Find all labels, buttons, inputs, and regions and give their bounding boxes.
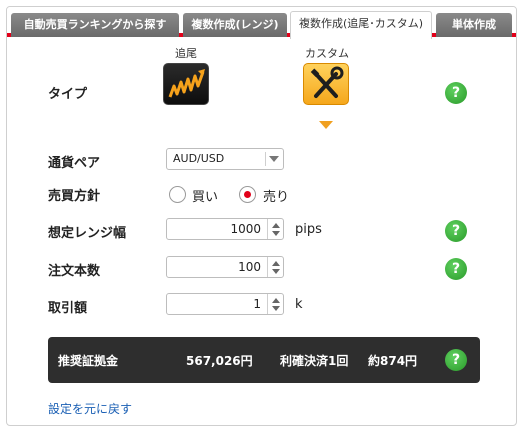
help-range-width-icon[interactable]: ? [445, 220, 467, 242]
range-width-unit: pips [295, 222, 322, 237]
order-count-label: 注文本数 [48, 264, 101, 279]
trail-chart-icon [168, 69, 205, 98]
tab-multi-range[interactable]: 複数作成(レンジ) [183, 13, 287, 37]
selected-type-caret-icon [319, 121, 333, 129]
direction-buy-radio[interactable] [169, 186, 186, 203]
select-divider [265, 152, 266, 166]
stepper-up-icon[interactable] [272, 298, 280, 303]
type-custom-button[interactable] [303, 63, 349, 105]
help-order-count-icon[interactable]: ? [445, 258, 467, 280]
direction-sell-radio[interactable] [239, 186, 256, 203]
type-trail-button[interactable] [163, 63, 209, 105]
range-width-label: 想定レンジ幅 [48, 226, 127, 241]
recommended-margin-bar: 推奨証拠金 567,026円 利確決済1回 約874円 ? [48, 337, 480, 383]
stepper-down-icon[interactable] [272, 231, 280, 236]
currency-pair-label: 通貨ペア [48, 156, 101, 171]
take-profit-count: 利確決済1回 [280, 354, 349, 368]
order-count-value: 100 [238, 260, 261, 274]
tab-multi-trail-custom[interactable]: 複数作成(追尾･カスタム) [290, 11, 432, 39]
recommended-margin-value: 567,026円 [186, 354, 253, 368]
approx-profit-value: 約874円 [368, 354, 418, 368]
tab-single-create[interactable]: 単体作成 [436, 13, 512, 37]
strategy-panel: 自動売買ランキングから探す 複数作成(レンジ) 複数作成(追尾･カスタム) 単体… [6, 6, 517, 426]
wrench-screwdriver-icon [310, 66, 344, 98]
trade-amount-label: 取引額 [48, 301, 88, 316]
reset-settings-link[interactable]: 設定を元に戻す [48, 400, 132, 417]
stepper-down-icon[interactable] [272, 306, 280, 311]
direction-buy-label: 買い [192, 190, 219, 205]
trade-amount-input[interactable]: 1 [166, 293, 284, 315]
trade-amount-stepper[interactable] [267, 294, 283, 314]
trade-amount-unit: k [295, 297, 303, 312]
stepper-down-icon[interactable] [272, 269, 280, 274]
direction-sell-label: 売り [263, 190, 290, 205]
type-custom-label: カスタム [305, 47, 349, 60]
stepper-up-icon[interactable] [272, 261, 280, 266]
tab-bar: 自動売買ランキングから探す 複数作成(レンジ) 複数作成(追尾･カスタム) 単体… [7, 7, 516, 39]
type-trail-label: 追尾 [175, 47, 197, 60]
tab-ranking-search[interactable]: 自動売買ランキングから探す [11, 13, 179, 37]
chevron-down-icon [269, 156, 279, 162]
currency-pair-value: AUD/USD [173, 152, 225, 165]
range-width-value: 1000 [230, 222, 261, 236]
stepper-up-icon[interactable] [272, 223, 280, 228]
trade-amount-value: 1 [253, 297, 261, 311]
help-type-icon[interactable]: ? [445, 82, 467, 104]
direction-label: 売買方針 [48, 189, 101, 204]
order-count-input[interactable]: 100 [166, 256, 284, 278]
currency-pair-select[interactable]: AUD/USD [166, 148, 284, 170]
range-width-stepper[interactable] [267, 219, 283, 239]
help-summary-icon[interactable]: ? [445, 349, 467, 371]
order-count-stepper[interactable] [267, 257, 283, 277]
recommended-margin-label: 推奨証拠金 [58, 354, 119, 368]
range-width-input[interactable]: 1000 [166, 218, 284, 240]
type-label: タイプ [48, 87, 88, 102]
